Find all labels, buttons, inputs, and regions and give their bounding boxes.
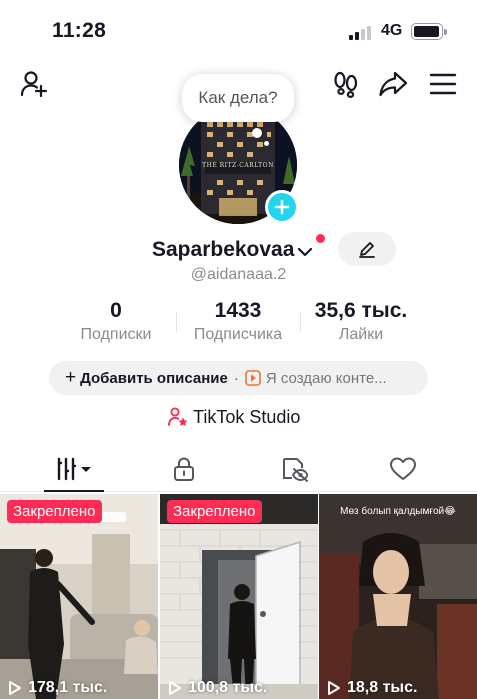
view-count-text: 18,8 тыс. (347, 679, 418, 696)
video-preview (319, 494, 477, 699)
stat-label: Лайки (338, 326, 384, 343)
video-grid: Закреплено 178,1 тыс. Закреплено 100,8 т… (0, 494, 477, 699)
stat-likes[interactable]: 35,6 тыс. Лайки (306, 298, 416, 346)
status-bar: 11:28 4G (0, 0, 477, 60)
stat-followers[interactable]: 1433 Подписчика (178, 298, 298, 346)
plus-icon (274, 199, 290, 215)
video-thumbnail[interactable]: Мөз болып қалдымғой😂 18,8 тыс. (319, 494, 477, 699)
pinned-badge: Закреплено (7, 500, 102, 523)
plus-icon: + (65, 367, 77, 388)
avatar-sign-text: THE RITZ-CARLTON (202, 162, 274, 169)
tab-reposts[interactable] (234, 446, 353, 492)
stat-following[interactable]: 0 Подписки (66, 298, 166, 346)
account-switcher[interactable]: Saparbekovaa (152, 236, 313, 264)
bubble-dot (264, 141, 269, 146)
profile-tabs (0, 446, 477, 492)
view-count: 100,8 тыс. (168, 679, 267, 697)
stat-value: 0 (110, 299, 122, 322)
creator-play-icon (245, 370, 261, 386)
stat-value: 1433 (214, 299, 262, 322)
pencil-icon (359, 242, 375, 258)
add-photo-button[interactable] (265, 190, 299, 224)
bubble-dot (252, 128, 262, 138)
active-tab-indicator (44, 490, 104, 492)
bio-separator: · (233, 369, 239, 387)
tab-videos[interactable] (15, 446, 134, 492)
grid-bars-icon (57, 457, 91, 481)
view-count: 18,8 тыс. (327, 679, 417, 697)
menu-button[interactable] (427, 68, 459, 100)
tab-liked[interactable] (343, 446, 462, 492)
profile-avatar[interactable]: THE RITZ-CARLTON (179, 106, 299, 224)
network-type: 4G (381, 22, 403, 39)
video-preview (0, 494, 158, 699)
note-bubble[interactable]: Как дела? (182, 74, 294, 122)
add-bio-button[interactable]: + Добавить описание · Я создаю конте... (49, 361, 428, 395)
footprints-icon (334, 71, 358, 99)
stat-divider (300, 312, 301, 332)
view-count: 178,1 тыс. (8, 679, 107, 697)
pinned-badge: Закреплено (167, 500, 262, 523)
share-arrow-icon (379, 71, 408, 97)
view-count-text: 100,8 тыс. (188, 679, 268, 696)
add-user-icon (20, 71, 48, 98)
stat-label: Подписки (80, 326, 152, 343)
lock-icon (173, 457, 194, 481)
tiktok-studio-button[interactable]: TikTok Studio (167, 404, 300, 430)
status-time: 11:28 (52, 19, 107, 42)
hamburger-menu-icon (429, 73, 457, 95)
share-profile-button[interactable] (377, 68, 409, 100)
view-count-text: 178,1 тыс. (28, 679, 108, 696)
profile-views-button[interactable] (330, 68, 362, 100)
profile-handle: @aidanaaa.2 (190, 266, 287, 283)
hidden-repost-icon (282, 458, 308, 482)
video-thumbnail[interactable]: Закреплено 100,8 тыс. (160, 494, 318, 699)
video-caption: Мөз болып қалдымғой😂 (340, 506, 456, 517)
add-friend-button[interactable] (18, 68, 50, 100)
studio-person-star-icon (168, 407, 188, 426)
stat-value: 35,6 тыс. (314, 299, 408, 322)
edit-profile-button[interactable] (338, 232, 396, 266)
studio-label: TikTok Studio (193, 406, 301, 427)
signal-icon (349, 24, 373, 40)
stat-divider (176, 312, 177, 332)
video-preview (160, 494, 318, 699)
play-outline-icon (169, 681, 181, 695)
notification-dot (316, 234, 325, 243)
add-bio-label: Добавить описание (80, 369, 228, 387)
heart-icon (389, 457, 416, 480)
battery-icon (411, 23, 447, 40)
play-outline-icon (328, 681, 340, 695)
stat-label: Подписчика (193, 326, 283, 343)
creator-label: Я создаю конте... (265, 369, 387, 387)
profile-name: Saparbekovaa (152, 238, 295, 261)
tab-private[interactable] (124, 446, 243, 492)
chevron-down-icon (298, 247, 313, 256)
play-outline-icon (9, 681, 21, 695)
video-thumbnail[interactable]: Закреплено 178,1 тыс. (0, 494, 158, 699)
